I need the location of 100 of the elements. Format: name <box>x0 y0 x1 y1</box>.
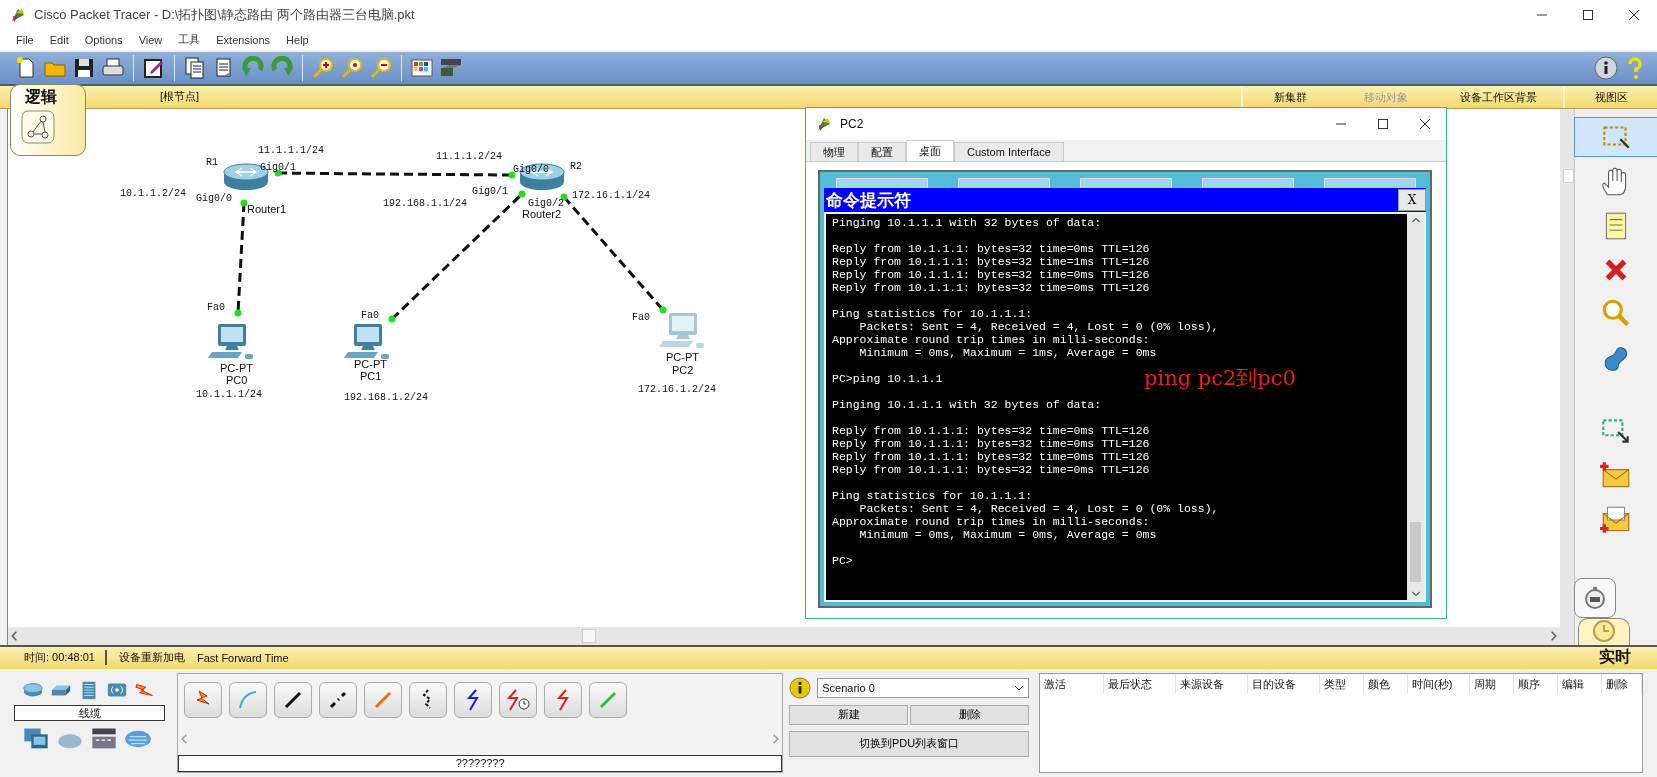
port-label: Fa0 <box>206 301 225 313</box>
port-label: Gig0/2 <box>527 197 564 209</box>
logical-tab[interactable]: 逻辑 <box>10 84 86 156</box>
menu-item[interactable]: Help <box>278 33 317 46</box>
scenario-select[interactable]: Scenario 0 <box>817 677 1029 698</box>
info-icon[interactable] <box>789 676 812 699</box>
menu-item[interactable]: 工具 <box>170 32 209 48</box>
realtime-tab[interactable]: 实时 <box>1599 647 1657 669</box>
select-icon[interactable] <box>1574 116 1657 157</box>
device-model-label: PC-PT <box>219 361 253 374</box>
coaxial-cable-icon[interactable] <box>454 681 493 718</box>
tab[interactable]: 配置 <box>858 142 906 161</box>
maximize-icon <box>1582 9 1594 21</box>
address-label: 172.16.1.2/24 <box>637 383 716 395</box>
crossover-cable-icon[interactable] <box>319 681 358 718</box>
scrollbar-thumb[interactable] <box>1410 522 1421 582</box>
column-header[interactable]: 周期 <box>1470 673 1514 694</box>
desktop-app-tile[interactable] <box>958 178 1050 188</box>
desktop-app-tile[interactable] <box>1080 178 1172 188</box>
window-title: Cisco Packet Tracer - D:\拓扑图\静态路由 两个路由器三台电脑.pkt <box>34 6 415 24</box>
device-label: Router1 <box>246 202 286 215</box>
close-icon <box>1419 118 1431 130</box>
workspace-action[interactable]: 视图区 <box>1563 85 1657 108</box>
copy-icon[interactable] <box>183 55 207 80</box>
terminal-line: Packets: Sent = 4, Received = 4, Lost = 0 (0% loss), <box>858 320 1219 333</box>
column-header[interactable]: 编辑 <box>1558 673 1602 694</box>
terminal-line: Pinging 10.1.1.1 with 32 bytes of data: <box>832 216 1102 229</box>
address-label: 192.168.1.1/24 <box>382 197 467 209</box>
menu-item[interactable]: Edit <box>41 33 77 46</box>
simulation-tab[interactable] <box>1574 578 1616 618</box>
close-icon <box>1628 9 1640 21</box>
device-label: Router2 <box>521 207 561 220</box>
close-button[interactable]: X <box>1398 189 1426 211</box>
terminal-title: 命令提示符 <box>825 188 912 212</box>
port-label: Gig0/0 <box>195 192 232 204</box>
zoom-in-icon[interactable] <box>311 55 335 80</box>
tab[interactable]: Custom Interface <box>954 142 1064 161</box>
console-cable-icon[interactable] <box>229 681 268 718</box>
device-model-label: PC-PT <box>665 350 699 363</box>
terminal-line: Approximate round trip times in milli-seconds: <box>832 515 1150 528</box>
column-header[interactable]: 顺序 <box>1514 673 1558 694</box>
auto-cable-icon[interactable] <box>184 681 223 718</box>
power-cycle-button[interactable]: 设备重新加电 <box>106 650 185 666</box>
desktop-app-tile[interactable] <box>1202 178 1294 188</box>
fast-forward-button[interactable]: Fast Forward Time <box>184 651 289 664</box>
desktop-app-tile[interactable] <box>836 178 928 188</box>
menu-item[interactable]: Extensions <box>208 33 279 46</box>
scrollbar-thumb[interactable] <box>581 628 596 643</box>
info-icon[interactable] <box>1594 55 1618 80</box>
app-icon <box>10 7 26 23</box>
app-icon <box>816 116 832 132</box>
column-header[interactable]: 来源设备 <box>1176 673 1248 694</box>
column-header[interactable]: 最后状态 <box>1104 673 1176 694</box>
menu-item[interactable]: File <box>8 33 42 46</box>
octal-cable-icon[interactable] <box>589 681 628 718</box>
terminal-line: Reply from 10.1.1.1: bytes=32 time=0ms TTL=126 <box>832 424 1150 437</box>
scenario-button[interactable]: 删除 <box>910 704 1029 725</box>
workspace-action[interactable]: 设备工作区背景 <box>1433 85 1563 108</box>
terminal-line: Pinging 10.1.1.1 with 32 bytes of data: <box>832 398 1102 411</box>
column-header[interactable]: 类型 <box>1320 673 1364 694</box>
simulation-time: 时间: 00:48:01 <box>0 650 107 666</box>
straight-cable-icon[interactable] <box>274 681 313 718</box>
pc-icon[interactable] <box>343 323 389 359</box>
serial-cable-icon[interactable] <box>544 681 583 718</box>
tab[interactable]: 物理 <box>810 142 858 161</box>
scenario-button[interactable]: 新建 <box>789 704 909 725</box>
clock-icon <box>1592 619 1616 643</box>
column-header[interactable]: 颜色 <box>1364 673 1408 694</box>
device-label: PC0 <box>225 373 248 386</box>
terminal-line: Ping statistics for 10.1.1.1: <box>832 489 1033 502</box>
terminal-line: Ping statistics for 10.1.1.1: <box>832 307 1033 320</box>
scrollbar-thumb[interactable] <box>1562 168 1574 183</box>
port-label: Fa0 <box>631 311 650 323</box>
serial-clock-cable-icon[interactable] <box>499 681 538 718</box>
port-label: Gig0/1 <box>471 185 508 197</box>
zoom-out-icon[interactable] <box>369 55 393 80</box>
terminal-line: Reply from 10.1.1.1: bytes=32 time=1ms TTL=126 <box>832 255 1150 268</box>
menu-item[interactable]: Options <box>76 33 131 46</box>
column-header[interactable]: 激活 <box>1040 673 1104 694</box>
column-header[interactable]: 删除 <box>1602 673 1642 694</box>
port-label: Fa0 <box>360 309 379 321</box>
address-label: 11.1.1.2/24 <box>435 150 502 162</box>
pdu-list-button[interactable]: 切换到PDU列表窗口 <box>789 730 1029 757</box>
vertical-scrollbar[interactable] <box>1407 214 1424 600</box>
column-header[interactable]: 目的设备 <box>1248 673 1320 694</box>
phone-cable-icon[interactable] <box>409 681 448 718</box>
terminal-line: Approximate round trip times in milli-seconds: <box>832 333 1150 346</box>
column-header[interactable]: 时间(秒) <box>1408 673 1470 694</box>
magnifier-icon[interactable] <box>340 55 364 80</box>
pc-icon[interactable] <box>207 323 253 359</box>
port-label: Gig0/1 <box>259 161 296 173</box>
address-label: 10.1.1.1/24 <box>195 388 262 400</box>
cable-link[interactable] <box>234 199 248 317</box>
fiber-cable-icon[interactable] <box>364 681 403 718</box>
tab[interactable]: 桌面 <box>906 140 954 161</box>
menu-item[interactable]: View <box>130 33 171 46</box>
network-icon <box>21 110 55 144</box>
cable-description: ???????? <box>178 755 783 772</box>
desktop-app-tile[interactable] <box>1324 178 1416 188</box>
terminal-line: Packets: Sent = 4, Received = 4, Lost = 0 (0% loss), <box>858 502 1219 515</box>
